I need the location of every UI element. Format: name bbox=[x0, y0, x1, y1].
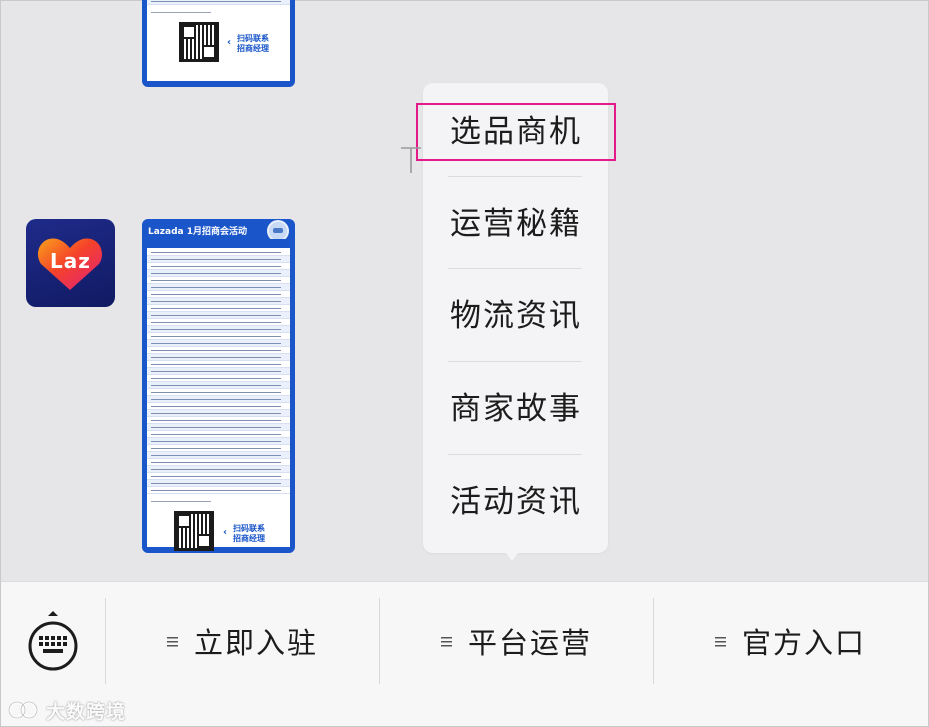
menu-item-label: 活动资讯 bbox=[450, 484, 582, 520]
chevron-left-icon: ‹ bbox=[227, 37, 232, 48]
table-row bbox=[147, 291, 290, 298]
qr-code-icon bbox=[179, 22, 219, 62]
table-row bbox=[147, 410, 290, 417]
table-row bbox=[147, 256, 290, 263]
table-row bbox=[147, 347, 290, 354]
table-row bbox=[147, 340, 290, 347]
menu-item-merchant-stories[interactable]: 商家故事 bbox=[423, 363, 608, 455]
table-row bbox=[147, 382, 290, 389]
card-footnote bbox=[151, 12, 211, 13]
menu-item-event-news[interactable]: 活动资讯 bbox=[423, 456, 608, 548]
keyboard-icon[interactable] bbox=[26, 610, 80, 672]
table-row bbox=[147, 473, 290, 480]
table-row bbox=[147, 326, 290, 333]
qr-code-icon bbox=[174, 511, 214, 551]
popup-arrow bbox=[503, 549, 521, 561]
menu-lines-icon bbox=[440, 635, 452, 647]
qr-caption: 扫码联系 招商经理 bbox=[233, 524, 265, 543]
table-row bbox=[147, 445, 290, 452]
card-footnote bbox=[151, 501, 211, 502]
table-row bbox=[147, 354, 290, 361]
table-header bbox=[147, 239, 290, 248]
table-row bbox=[147, 333, 290, 340]
table-row bbox=[147, 452, 290, 459]
table-row bbox=[147, 466, 290, 473]
table-row bbox=[147, 249, 290, 256]
watermark-logo-icon bbox=[8, 701, 38, 719]
menu-divider bbox=[448, 268, 582, 269]
table-row bbox=[147, 319, 290, 326]
table-row bbox=[147, 375, 290, 382]
table-row bbox=[147, 403, 290, 410]
watermark: 大数跨境 bbox=[8, 697, 126, 723]
table-row bbox=[147, 396, 290, 403]
table-row bbox=[147, 389, 290, 396]
table-row bbox=[147, 368, 290, 375]
chevron-left-icon: ‹ bbox=[223, 527, 228, 538]
menu-item-logistics-news[interactable]: 物流资讯 bbox=[423, 270, 608, 362]
menu-item-label: 物流资讯 bbox=[450, 298, 582, 334]
menu-lines-icon bbox=[166, 635, 178, 647]
qr-caption: 扫码联系 招商经理 bbox=[237, 34, 269, 53]
table-row bbox=[147, 277, 290, 284]
platform-operations-button[interactable]: 平台运营 bbox=[380, 600, 653, 682]
activity-schedule-card[interactable]: Lazada 1月招商会活动 ‹ 扫码联系 招商经理 bbox=[142, 219, 295, 553]
previous-activity-card[interactable]: ‹ 扫码联系 招商经理 bbox=[142, 0, 295, 87]
menu-lines-icon bbox=[714, 635, 726, 647]
menu-item-label: 运营秘籍 bbox=[450, 206, 582, 242]
table-row bbox=[147, 480, 290, 487]
table-row bbox=[147, 0, 290, 5]
menu-item-label: 商家故事 bbox=[450, 391, 582, 427]
card-body: ‹ 扫码联系 招商经理 bbox=[147, 0, 290, 81]
bar-button-label: 平台运营 bbox=[467, 626, 592, 660]
menu-divider bbox=[448, 454, 582, 455]
highlight-box bbox=[416, 103, 616, 161]
menu-divider bbox=[448, 176, 582, 177]
table-row bbox=[147, 305, 290, 312]
bar-button-label: 立即入驻 bbox=[193, 626, 318, 660]
lazada-avatar[interactable]: Laz bbox=[26, 219, 115, 307]
table-row bbox=[147, 270, 290, 277]
table-row bbox=[147, 487, 290, 494]
menu-item-operations-tips[interactable]: 运营秘籍 bbox=[423, 178, 608, 270]
watermark-text: 大数跨境 bbox=[46, 700, 127, 723]
card-title: Lazada 1月招商会活动 bbox=[148, 227, 248, 237]
table-row bbox=[147, 417, 290, 424]
table-row bbox=[147, 424, 290, 431]
table-row bbox=[147, 298, 290, 305]
table-row bbox=[147, 312, 290, 319]
table-row bbox=[147, 284, 290, 291]
join-now-button[interactable]: 立即入驻 bbox=[106, 600, 379, 682]
table-row bbox=[147, 263, 290, 270]
official-entry-button[interactable]: 官方入口 bbox=[654, 600, 927, 682]
table-row bbox=[147, 431, 290, 438]
bar-button-label: 官方入口 bbox=[741, 626, 866, 660]
lazada-brand-text: Laz bbox=[50, 249, 91, 273]
table-row bbox=[147, 438, 290, 445]
card-body: ‹ 扫码联系 招商经理 bbox=[147, 239, 290, 551]
menu-divider bbox=[448, 361, 582, 362]
text-cursor-icon bbox=[401, 147, 421, 173]
table-row bbox=[147, 459, 290, 466]
table-row bbox=[147, 361, 290, 368]
